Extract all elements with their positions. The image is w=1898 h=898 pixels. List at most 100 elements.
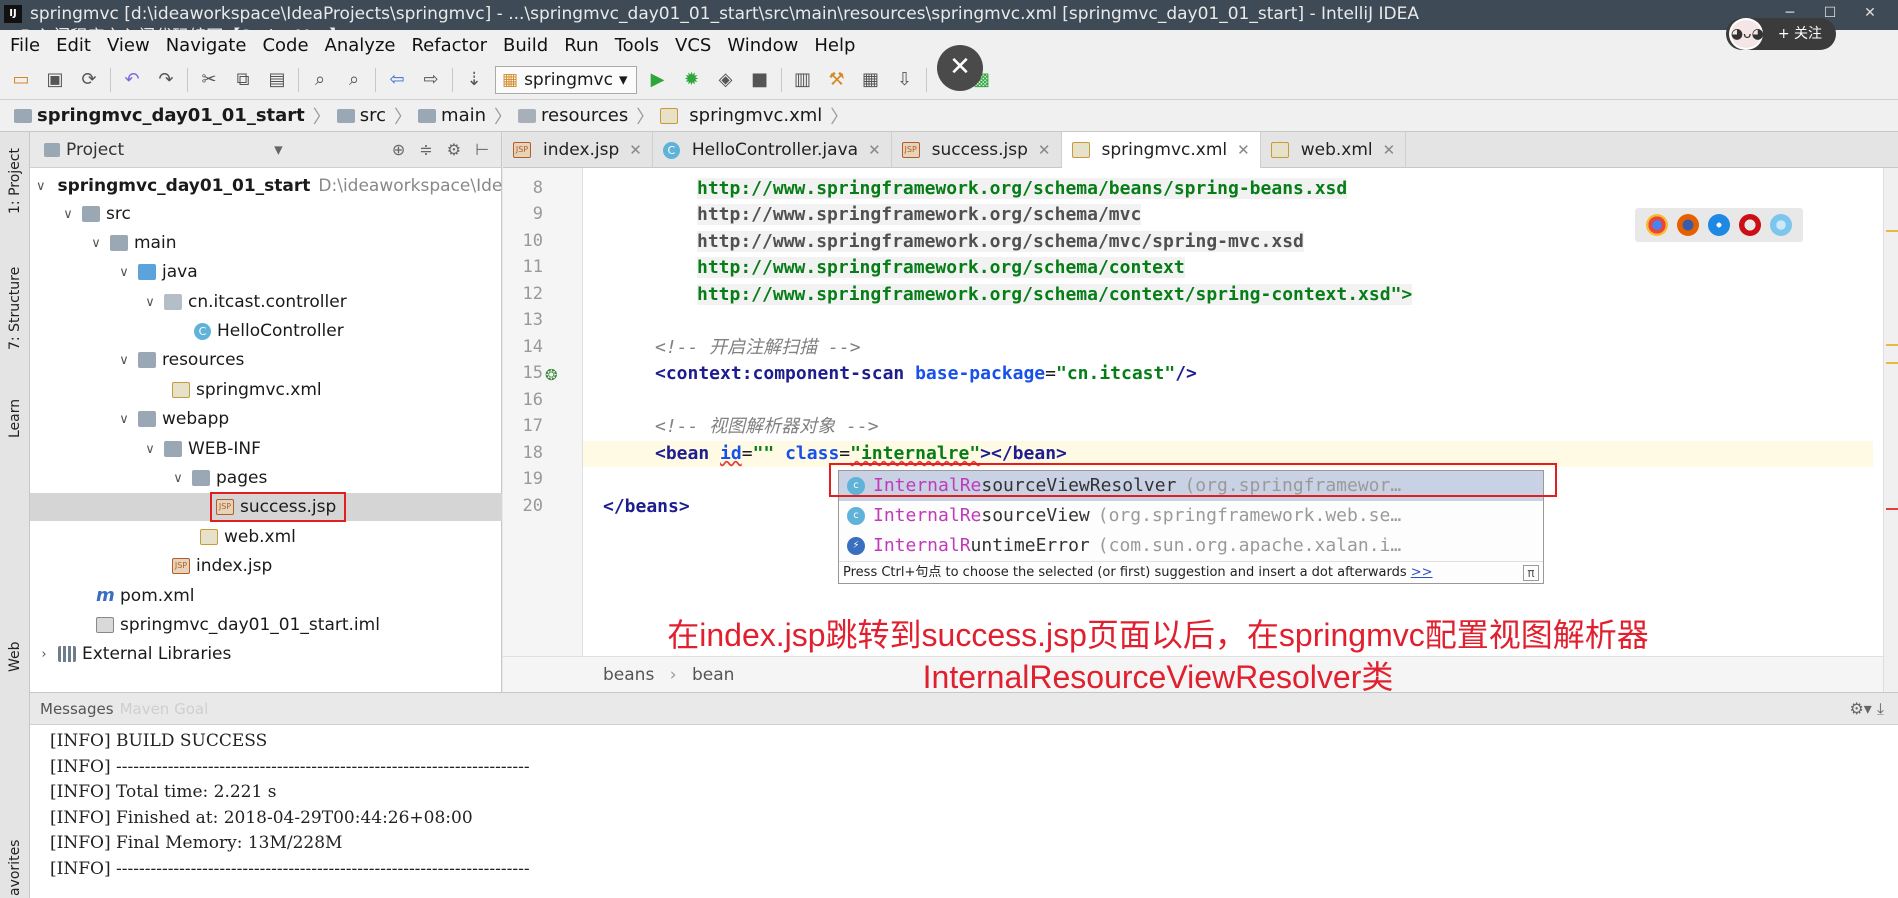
spring-bean-gutter-icon[interactable]: ❂ <box>545 366 558 384</box>
tab-hellocontroller[interactable]: C HelloController.java ✕ <box>653 132 892 168</box>
menu-file[interactable]: File <box>10 35 40 56</box>
error-stripe[interactable] <box>1883 168 1898 692</box>
tree-node[interactable]: springmvc.xml <box>30 376 502 404</box>
hide-panel-icon[interactable]: ⊢ <box>475 140 489 159</box>
stop-icon[interactable]: ■ <box>747 67 773 93</box>
menu-code[interactable]: Code <box>262 35 308 56</box>
run-configuration-select[interactable]: ▦ springmvc ▾ <box>495 65 637 94</box>
opera-icon[interactable] <box>1739 214 1762 236</box>
completion-item[interactable]: ⚡ InternalRuntimeError (com.sun.org.apac… <box>839 531 1543 561</box>
build-project-icon[interactable]: ⇣ <box>461 67 487 93</box>
menu-window[interactable]: Window <box>727 35 798 56</box>
vcs-update-icon[interactable]: ⇩ <box>892 67 918 93</box>
gear-icon[interactable]: ⚙ <box>447 140 461 159</box>
tree-node[interactable]: C HelloController <box>30 317 502 345</box>
breadcrumb-module[interactable]: springmvc_day01_01_start <box>14 105 305 126</box>
redo-icon[interactable]: ↷ <box>153 67 179 93</box>
expand-arrow-icon[interactable]: ∨ <box>60 207 76 222</box>
copy-icon[interactable]: ⧉ <box>230 67 256 93</box>
save-all-icon[interactable]: ▣ <box>42 67 68 93</box>
scroll-from-source-icon[interactable]: ⊕ <box>392 140 405 159</box>
breadcrumb-main[interactable]: main <box>418 105 486 126</box>
expand-arrow-icon[interactable]: ∨ <box>170 471 186 486</box>
tree-node[interactable]: ∨ resources <box>30 346 502 374</box>
overlay-close-button[interactable]: ✕ <box>937 45 983 91</box>
expand-arrow-icon[interactable]: ∨ <box>36 179 46 194</box>
run-icon[interactable]: ▶ <box>645 67 671 93</box>
editor-breadcrumb-item[interactable]: beans <box>603 665 654 685</box>
tree-node[interactable]: ∨ webapp <box>30 405 502 433</box>
expand-arrow-icon[interactable]: ∨ <box>116 353 132 368</box>
chrome-icon[interactable] <box>1645 214 1668 236</box>
tab-springmvc-xml[interactable]: springmvc.xml ✕ <box>1061 132 1261 168</box>
completion-item[interactable]: c InternalResourceView (org.springframew… <box>839 501 1543 531</box>
paste-icon[interactable]: ▤ <box>264 67 290 93</box>
project-panel-title[interactable]: Project <box>66 140 124 160</box>
close-icon[interactable]: ✕ <box>1383 141 1396 159</box>
tree-node-selected[interactable]: JSP success.jsp <box>30 492 502 522</box>
pi-icon[interactable]: π <box>1523 565 1539 581</box>
back-icon[interactable]: ⇦ <box>384 67 410 93</box>
tree-node[interactable]: ∨ pages <box>30 464 502 492</box>
settings-wrench-icon[interactable]: ⚒ <box>824 67 850 93</box>
tree-node[interactable]: ∨ java <box>30 258 502 286</box>
expand-arrow-icon[interactable]: ∨ <box>116 265 132 280</box>
menu-build[interactable]: Build <box>503 35 548 56</box>
expand-arrow-icon[interactable]: ∨ <box>142 442 158 457</box>
firefox-icon[interactable] <box>1676 214 1699 236</box>
sync-icon[interactable]: ⟳ <box>76 67 102 93</box>
ie-icon[interactable] <box>1770 214 1793 236</box>
window-close-icon[interactable]: ✕ <box>1852 2 1888 24</box>
project-structure-icon[interactable]: ▥ <box>790 67 816 93</box>
tree-node[interactable]: ∨ WEB-INF <box>30 435 502 463</box>
menu-help[interactable]: Help <box>814 35 855 56</box>
tab-success-jsp[interactable]: JSP success.jsp ✕ <box>892 132 1062 168</box>
gear-icon[interactable]: ⚙▾ <box>1849 699 1871 718</box>
tool-window-web[interactable]: Web <box>7 641 23 672</box>
replace-icon[interactable]: ⌕ <box>341 67 367 93</box>
collapse-all-icon[interactable]: ≑ <box>419 140 432 159</box>
menu-edit[interactable]: Edit <box>56 35 91 56</box>
tree-node[interactable]: m pom.xml <box>30 582 502 610</box>
completion-hint-link[interactable]: >> <box>1411 565 1433 580</box>
menu-analyze[interactable]: Analyze <box>325 35 396 56</box>
tab-index-jsp[interactable]: JSP index.jsp ✕ <box>503 132 653 168</box>
expand-arrow-icon[interactable]: ∨ <box>88 236 104 251</box>
tree-node[interactable]: springmvc_day01_01_start.iml <box>30 611 502 639</box>
coverage-icon[interactable]: ◈ <box>713 67 739 93</box>
expand-arrow-icon[interactable]: ∨ <box>116 412 132 427</box>
undo-icon[interactable]: ↶ <box>119 67 145 93</box>
find-icon[interactable]: ⌕ <box>307 67 333 93</box>
menu-refactor[interactable]: Refactor <box>411 35 487 56</box>
tree-node[interactable]: ∨ main <box>30 229 502 257</box>
follow-button[interactable]: ◕ᴗ◕ + 关注 <box>1725 18 1836 50</box>
menu-vcs[interactable]: VCS <box>675 35 711 56</box>
breadcrumb-src[interactable]: src <box>336 105 386 126</box>
safari-icon[interactable] <box>1707 214 1730 236</box>
hide-panel-icon[interactable]: ⤓ <box>1877 699 1884 718</box>
close-icon[interactable]: ✕ <box>1237 141 1250 159</box>
tool-window-project[interactable]: 1: Project <box>7 148 23 214</box>
tab-web-xml[interactable]: web.xml ✕ <box>1261 132 1407 168</box>
open-folder-icon[interactable]: ▭ <box>8 67 34 93</box>
expand-arrow-icon[interactable]: › <box>36 647 52 662</box>
tool-window-structure[interactable]: 7: Structure <box>7 267 23 350</box>
tool-window-favorites[interactable]: avorites <box>7 840 23 896</box>
close-icon[interactable]: ✕ <box>629 141 642 159</box>
debug-icon[interactable]: ✹ <box>679 67 705 93</box>
sdk-icon[interactable]: ▦ <box>858 67 884 93</box>
chevron-down-icon[interactable]: ▾ <box>274 140 283 160</box>
close-icon[interactable]: ✕ <box>1038 141 1051 159</box>
tree-node[interactable]: ∨ springmvc_day01_01_start D:\ideaworksp… <box>30 172 502 200</box>
tree-node[interactable]: web.xml <box>30 523 502 551</box>
menu-navigate[interactable]: Navigate <box>166 35 247 56</box>
menu-run[interactable]: Run <box>564 35 599 56</box>
menu-view[interactable]: View <box>107 35 150 56</box>
expand-arrow-icon[interactable]: ∨ <box>142 295 158 310</box>
tool-window-learn[interactable]: Learn <box>7 399 23 438</box>
tree-node[interactable]: › External Libraries <box>30 640 502 668</box>
menu-tools[interactable]: Tools <box>615 35 659 56</box>
breadcrumb-file[interactable]: springmvc.xml <box>660 105 822 126</box>
breadcrumb-resources[interactable]: resources <box>518 105 628 126</box>
tree-node[interactable]: JSP index.jsp <box>30 552 502 580</box>
